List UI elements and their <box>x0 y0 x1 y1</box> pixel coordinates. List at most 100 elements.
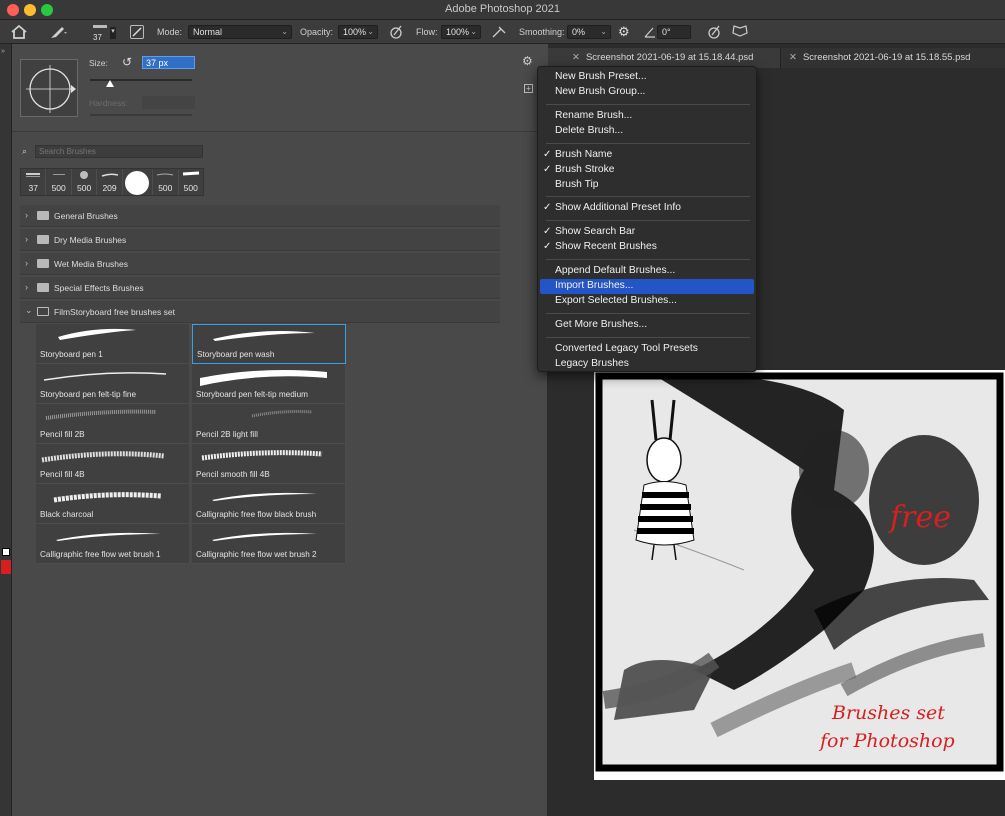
menu-item-show-search-bar[interactable]: ✓ Show Search Bar <box>538 225 756 240</box>
brush-preset-picker[interactable]: 37 ▾ <box>90 22 116 42</box>
brush-tile[interactable]: Pencil fill 2B <box>36 404 190 444</box>
recent-brush[interactable] <box>123 169 154 195</box>
brush-tile[interactable]: Calligraphic free flow wet brush 2 <box>192 524 346 564</box>
recent-brush[interactable]: 500 <box>46 169 72 195</box>
menu-item-converted-legacy-tool-presets[interactable]: Converted Legacy Tool Presets <box>538 342 756 357</box>
folder-icon <box>37 211 49 220</box>
background-color-swatch[interactable] <box>2 548 10 556</box>
menu-item-show-recent-brushes[interactable]: ✓ Show Recent Brushes <box>538 240 756 255</box>
menu-item-show-additional-preset-info[interactable]: ✓ Show Additional Preset Info <box>538 201 756 216</box>
smoothing-field[interactable]: 0% ⌄ <box>567 25 611 39</box>
opacity-field[interactable]: 100% ⌄ <box>338 25 378 39</box>
menu-item-import-brushes[interactable]: Import Brushes... <box>540 279 754 294</box>
brush-tile-selected[interactable]: Storyboard pen wash <box>192 324 346 364</box>
brush-stroke-preview <box>200 370 327 386</box>
brush-tile[interactable]: Storyboard pen 1 <box>36 324 190 364</box>
mode-select[interactable]: Normal ⌄ <box>188 25 292 39</box>
size-input[interactable]: 37 px <box>142 56 195 69</box>
angle-icon <box>643 25 657 41</box>
group-label: Wet Media Brushes <box>54 259 129 269</box>
brush-group-wet-media[interactable]: › Wet Media Brushes <box>20 253 500 275</box>
brush-stroke-preview <box>58 328 136 340</box>
brush-tile[interactable]: Pencil fill 4B <box>36 444 190 484</box>
panel-menu-gear-icon[interactable]: ⚙ <box>522 54 533 68</box>
close-tab-icon[interactable]: ✕ <box>572 52 580 63</box>
brush-label: Storyboard pen wash <box>197 350 275 359</box>
brush-tile[interactable]: Pencil smooth fill 4B <box>192 444 346 484</box>
recent-brush[interactable]: 500 <box>179 169 203 195</box>
brush-tile[interactable]: Calligraphic free flow wet brush 1 <box>36 524 190 564</box>
menu-item-brush-tip[interactable]: Brush Tip <box>538 178 756 193</box>
brush-tile[interactable]: Pencil 2B light fill <box>192 404 346 444</box>
chevron-down-icon: ⌄ <box>281 27 288 36</box>
menu-separator <box>546 104 750 105</box>
document-tab[interactable]: ✕ Screenshot 2021-06-19 at 15.18.55.psd <box>780 48 1005 68</box>
menu-item-brush-name[interactable]: ✓ Brush Name <box>538 148 756 163</box>
brush-group-general[interactable]: › General Brushes <box>20 205 500 227</box>
close-tab-icon[interactable]: ✕ <box>789 52 797 63</box>
folder-icon <box>37 235 49 244</box>
chevron-right-icon: › <box>25 210 28 220</box>
brush-tile[interactable]: Black charcoal <box>36 484 190 524</box>
brush-group-special-effects[interactable]: › Special Effects Brushes <box>20 277 500 299</box>
airbrush-icon[interactable] <box>491 25 507 41</box>
brush-angle-widget[interactable] <box>20 59 78 117</box>
smoothing-value: 0% <box>572 27 586 37</box>
menu-item-brush-stroke[interactable]: ✓ Brush Stroke <box>538 163 756 178</box>
menu-separator <box>546 220 750 221</box>
flow-field[interactable]: 100% ⌄ <box>441 25 481 39</box>
brush-tool-icon[interactable] <box>48 24 68 42</box>
brush-group-dry-media[interactable]: › Dry Media Brushes <box>20 229 500 251</box>
recent-brush[interactable]: 500 <box>153 169 179 195</box>
foreground-color-swatch[interactable] <box>1 560 11 574</box>
home-icon[interactable] <box>10 24 28 42</box>
menu-item-rename-brush[interactable]: Rename Brush... <box>538 109 756 124</box>
checkmark-icon: ✓ <box>543 202 552 213</box>
menu-separator <box>546 313 750 314</box>
expand-tools-icon[interactable]: » <box>1 48 5 55</box>
group-label: Dry Media Brushes <box>54 235 127 245</box>
menu-item-legacy-brushes[interactable]: Legacy Brushes <box>538 357 756 372</box>
recent-brush[interactable]: 37 <box>21 169 47 195</box>
menu-item-export-selected-brushes[interactable]: Export Selected Brushes... <box>538 294 756 309</box>
menu-item-new-brush-group[interactable]: New Brush Group... <box>538 85 756 100</box>
flow-label: Flow: <box>416 27 438 37</box>
menu-item-get-more-brushes[interactable]: Get More Brushes... <box>538 318 756 333</box>
canvas-artwork[interactable]: free Brushes set for Photoshop <box>594 370 1005 780</box>
flow-value: 100% <box>446 27 470 37</box>
menu-item-new-brush-preset[interactable]: New Brush Preset... <box>538 70 756 85</box>
mode-value: Normal <box>193 27 223 37</box>
brush-label: Pencil fill 4B <box>40 470 85 479</box>
brush-tile[interactable]: Calligraphic free flow black brush <box>192 484 346 524</box>
new-brush-icon[interactable]: + <box>524 84 533 93</box>
brush-stroke-preview <box>56 532 161 541</box>
brush-tile[interactable]: Storyboard pen felt-tip medium <box>192 364 346 404</box>
recent-brush[interactable]: 209 <box>97 169 123 195</box>
menu-item-delete-brush[interactable]: Delete Brush... <box>538 124 756 139</box>
size-slider-thumb[interactable] <box>106 80 114 87</box>
brush-label: Pencil fill 2B <box>40 430 85 439</box>
search-icon: ⌕ <box>22 146 28 156</box>
menu-item-append-default-brushes[interactable]: Append Default Brushes... <box>538 264 756 279</box>
search-brushes-input[interactable] <box>35 145 203 158</box>
document-tab[interactable]: ✕ Screenshot 2021-06-19 at 15.18.44.psd <box>564 48 790 68</box>
symmetry-butterfly-icon[interactable] <box>731 25 749 41</box>
tools-strip: » <box>0 44 12 816</box>
checkmark-icon: ✓ <box>543 241 552 252</box>
hardness-input <box>142 96 195 109</box>
brush-tile[interactable]: Storyboard pen felt-tip fine <box>36 364 190 404</box>
recent-brush[interactable]: 500 <box>72 169 98 195</box>
opacity-label: Opacity: <box>300 27 334 37</box>
brush-settings-panel-icon[interactable] <box>130 25 144 39</box>
brush-stroke-preview <box>53 492 162 503</box>
chevron-right-icon: › <box>25 258 28 268</box>
gear-icon[interactable]: ⚙ <box>618 24 630 40</box>
chevron-down-icon: ▾ <box>110 27 116 39</box>
hardness-label: Hardness: <box>89 98 128 108</box>
brush-group-filmstoryboard[interactable]: ⌄ FilmStoryboard free brushes set <box>20 301 500 323</box>
pressure-size-icon[interactable] <box>706 25 722 41</box>
group-label: General Brushes <box>54 211 118 221</box>
angle-field[interactable]: 0° <box>657 25 691 39</box>
reset-size-icon[interactable]: ↺ <box>122 55 132 69</box>
pressure-opacity-icon[interactable] <box>388 25 404 41</box>
